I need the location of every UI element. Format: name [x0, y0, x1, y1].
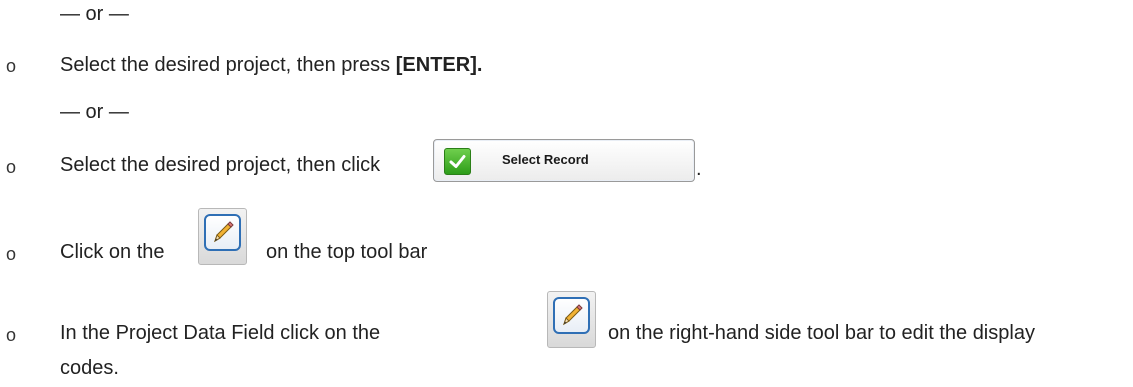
- step-project-data-field-suffix: on the right-hand side tool bar to edit …: [608, 322, 1035, 344]
- step-select-enter-text: Select the desired project, then press: [60, 54, 396, 76]
- step-click-pencil-label: Click on the: [60, 241, 165, 263]
- bullet-marker: o: [6, 157, 17, 177]
- or-separator: — or —: [60, 101, 129, 123]
- pencil-icon[interactable]: [547, 291, 596, 348]
- step-select-enter: Select the desired project, then press […: [60, 53, 482, 77]
- select-record-label: Select Record: [502, 152, 589, 167]
- pencil-icon[interactable]: [198, 208, 247, 265]
- select-record-button[interactable]: Select Record: [433, 139, 695, 182]
- step-project-data-field-continuation: codes.: [60, 357, 119, 379]
- sentence-period: .: [696, 158, 702, 180]
- step-click-pencil-suffix: on the top tool bar: [266, 241, 428, 263]
- checkmark-icon: [444, 148, 471, 175]
- step-select-click: Select the desired project, then click: [60, 154, 381, 176]
- bullet-marker: o: [6, 325, 17, 345]
- or-separator: — or —: [60, 3, 129, 25]
- bullet-marker: o: [6, 56, 17, 76]
- step-project-data-field: In the Project Data Field click on the: [60, 322, 381, 344]
- bullet-marker: o: [6, 244, 17, 264]
- enter-key: [ENTER].: [395, 54, 483, 76]
